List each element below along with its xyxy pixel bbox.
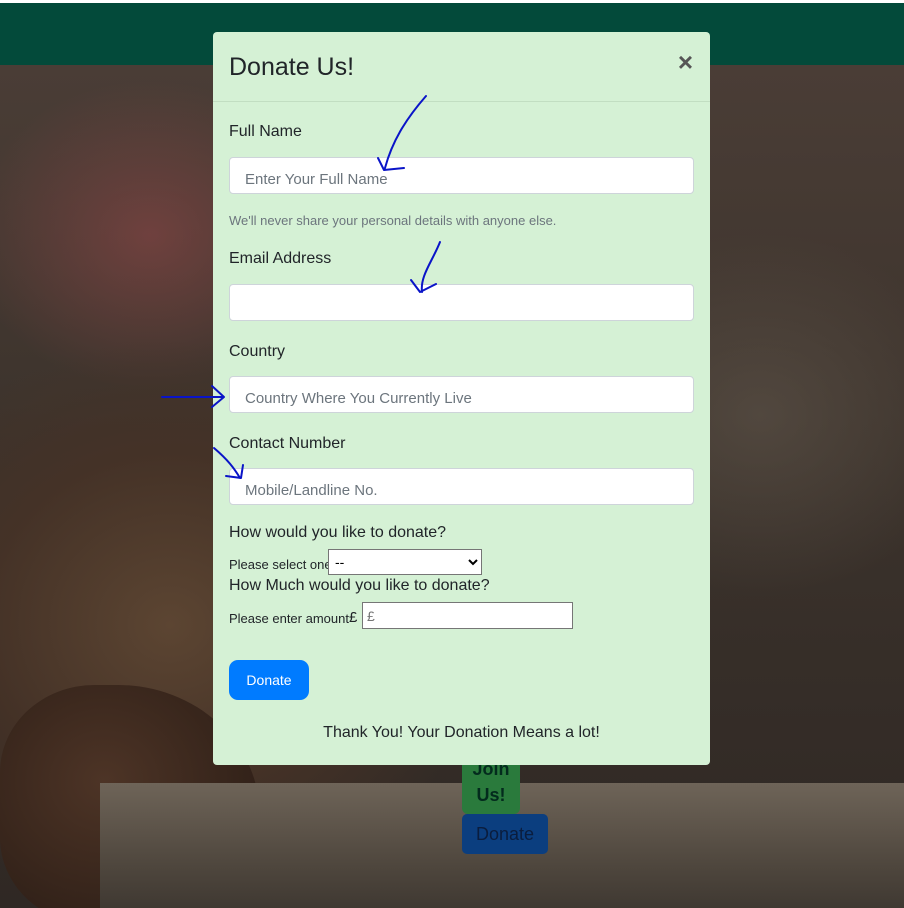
modal-header: Donate Us! × — [213, 32, 710, 102]
modal-title: Donate Us! — [229, 53, 355, 81]
country-label: Country — [229, 343, 286, 360]
privacy-help-text: We'll never share your personal details … — [229, 213, 557, 228]
amount-label: Please enter amount — [229, 611, 349, 626]
donation-amount-question: How Much would you like to donate? — [229, 577, 490, 594]
donate-submit-button[interactable]: Donate — [229, 660, 309, 700]
pound-currency-symbol: £ — [349, 609, 358, 626]
full-name-label: Full Name — [229, 123, 302, 140]
contact-number-input[interactable] — [229, 468, 694, 505]
donation-method-select[interactable]: -- — [328, 549, 482, 575]
country-input[interactable] — [229, 376, 694, 413]
donation-method-question: How would you like to donate? — [229, 524, 447, 541]
amount-input[interactable] — [362, 602, 573, 629]
select-method-label: Please select one — [229, 557, 332, 572]
close-icon[interactable]: × — [678, 49, 693, 75]
contact-number-label: Contact Number — [229, 435, 346, 452]
full-name-input[interactable] — [229, 157, 694, 194]
thank-you-message: Thank You! Your Donation Means a lot! — [323, 724, 600, 741]
donate-modal: Donate Us! × Full Name We'll never share… — [213, 32, 710, 765]
hero-donate-button[interactable]: Donate — [462, 814, 548, 854]
email-label: Email Address — [229, 250, 332, 267]
email-input[interactable] — [229, 284, 694, 321]
